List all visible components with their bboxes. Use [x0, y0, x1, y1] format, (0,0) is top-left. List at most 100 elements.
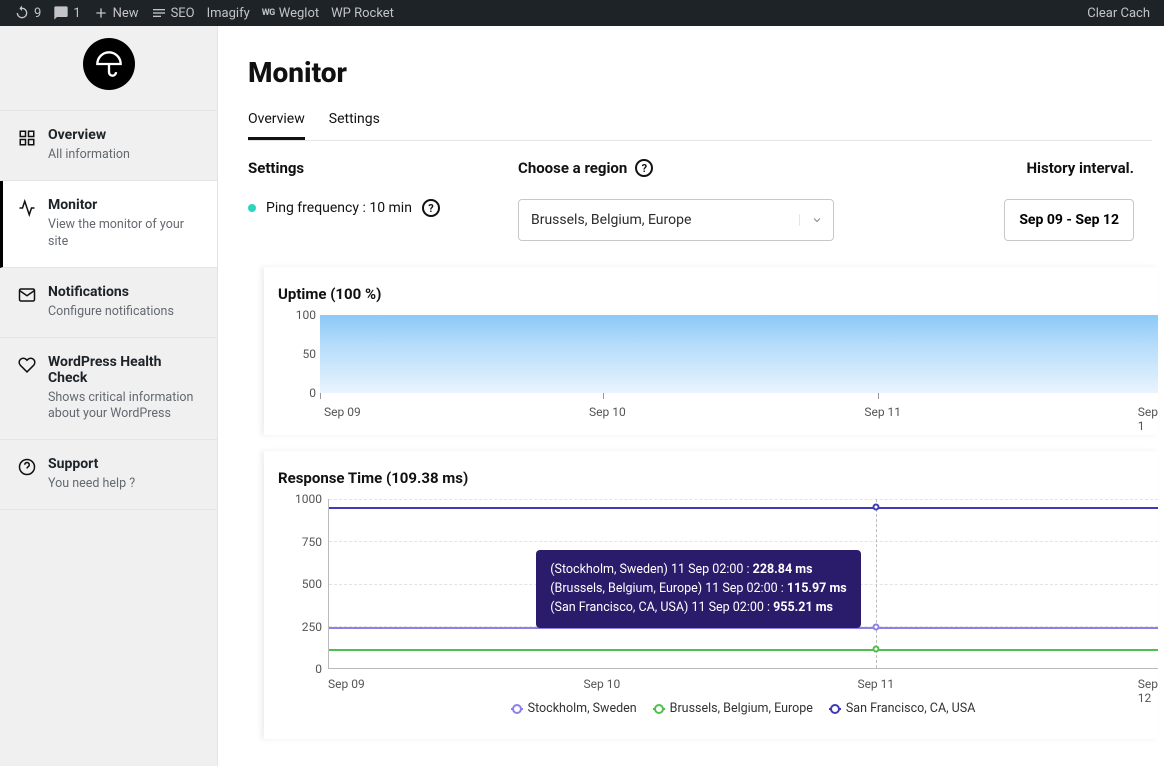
page-title: Monitor — [248, 26, 1164, 111]
sidebar-item-label: Overview — [48, 127, 130, 143]
sidebar-item-sub: All information — [48, 147, 130, 164]
tab-overview[interactable]: Overview — [248, 111, 305, 140]
main-content: Monitor Overview Settings Settings Ping … — [218, 26, 1164, 766]
uptime-area-fill — [320, 315, 1158, 393]
point-sfo — [873, 503, 880, 510]
adminbar-weglot[interactable]: WG Weglot — [256, 6, 325, 21]
ytick: 100 — [296, 308, 316, 322]
xtick: Sep 10 — [584, 677, 621, 691]
xtick: Sep 1 — [1138, 405, 1158, 433]
tt-label: (Stockholm, Sweden) 11 Sep 02:00 : — [550, 562, 752, 577]
uptime-chart: 100 50 0 Sep 09 Sep 10 Sep 11 Sep 1 — [284, 315, 1158, 425]
umbrella-icon — [95, 50, 123, 78]
plus-icon — [93, 5, 109, 21]
sidebar-item-label: Monitor — [48, 197, 199, 213]
chart-tooltip: (Stockholm, Sweden) 11 Sep 02:00 : 228.8… — [536, 550, 860, 628]
weglot-label: Weglot — [279, 6, 319, 21]
legend-label: Stockholm, Sweden — [528, 701, 637, 716]
seo-label: SEO — [171, 6, 195, 21]
tt-value: 955.21 ms — [773, 600, 833, 615]
region-select[interactable]: Brussels, Belgium, Europe — [518, 199, 834, 241]
help-icon[interactable]: ? — [635, 159, 653, 177]
adminbar-seo[interactable]: SEO — [145, 5, 201, 21]
adminbar-wprocket[interactable]: WP Rocket — [325, 6, 400, 21]
sidebar-item-overview[interactable]: Overview All information — [0, 111, 217, 181]
settings-heading: Settings — [248, 159, 518, 177]
tab-settings[interactable]: Settings — [329, 111, 380, 140]
sidebar-item-support[interactable]: Support You need help ? — [0, 440, 217, 510]
chart-legend: Stockholm, Sweden Brussels, Belgium, Eur… — [328, 701, 1158, 716]
sidebar-item-health[interactable]: WordPress Health Check Shows critical in… — [0, 338, 217, 441]
ytick: 1000 — [295, 492, 322, 506]
ping-frequency-label: Ping frequency : 10 min — [266, 200, 412, 216]
response-title: Response Time (109.38 ms) — [278, 469, 1158, 487]
legend-item-sanfrancisco[interactable]: San Francisco, CA, USA — [829, 701, 975, 716]
activity-icon — [18, 199, 36, 217]
plugin-sidebar: Overview All information Monitor View th… — [0, 26, 218, 766]
ping-frequency-row: Ping frequency : 10 min ? — [248, 199, 518, 217]
response-card: Response Time (109.38 ms) 1000 750 500 2… — [264, 451, 1158, 739]
heart-icon — [18, 356, 36, 374]
plugin-logo — [0, 26, 217, 110]
weglot-icon: WG — [262, 8, 275, 18]
status-dot-icon — [248, 204, 256, 212]
adminbar-comments[interactable]: 1 — [47, 5, 86, 21]
xtick: Sep 09 — [324, 405, 361, 419]
interval-heading: History interval. — [1004, 159, 1134, 177]
adminbar-updates[interactable]: 9 — [8, 5, 47, 21]
new-label: New — [113, 6, 139, 21]
wp-admin-bar: 9 1 New SEO Imagify WG Weglot WP Rocket … — [0, 0, 1164, 26]
mail-icon — [18, 286, 36, 304]
series-brussels — [329, 649, 1158, 651]
legend-label: Brussels, Belgium, Europe — [670, 701, 813, 716]
updates-count: 9 — [34, 6, 41, 21]
series-san-francisco — [329, 507, 1158, 509]
imagify-label: Imagify — [207, 6, 250, 21]
monitor-tabs: Overview Settings — [248, 111, 1152, 141]
sidebar-item-sub: Configure notifications — [48, 304, 174, 321]
ytick: 500 — [302, 577, 322, 591]
wprocket-label: WP Rocket — [331, 6, 394, 21]
xtick: Sep 11 — [864, 405, 901, 419]
adminbar-clear-cache[interactable]: Clear Cach — [1081, 6, 1156, 21]
xtick: Sep 10 — [589, 405, 626, 419]
response-chart: 1000 750 500 250 0 — [278, 499, 1158, 729]
tt-value: 228.84 ms — [753, 562, 813, 577]
seo-icon — [151, 5, 167, 21]
sidebar-item-sub: You need help ? — [48, 476, 135, 493]
sidebar-item-notifications[interactable]: Notifications Configure notifications — [0, 268, 217, 338]
sidebar-item-sub: Shows critical information about your Wo… — [48, 390, 199, 424]
legend-item-stockholm[interactable]: Stockholm, Sweden — [511, 701, 637, 716]
adminbar-imagify[interactable]: Imagify — [201, 6, 256, 21]
tt-value: 115.97 ms — [787, 581, 847, 596]
clear-cache-label: Clear Cach — [1087, 6, 1150, 21]
point-brussels — [873, 646, 880, 653]
sidebar-item-label: WordPress Health Check — [48, 354, 199, 386]
uptime-title: Uptime (100 %) — [278, 285, 1158, 303]
help-icon — [18, 458, 36, 476]
comments-count: 1 — [73, 6, 80, 21]
help-icon[interactable]: ? — [422, 199, 440, 217]
ytick: 750 — [302, 535, 322, 549]
region-heading: Choose a region ? — [518, 159, 1004, 177]
tt-label: (San Francisco, CA, USA) 11 Sep 02:00 : — [550, 600, 773, 615]
ytick: 50 — [303, 347, 317, 361]
hover-marker — [876, 499, 877, 668]
sidebar-item-label: Notifications — [48, 284, 174, 300]
tt-label: (Brussels, Belgium, Europe) 11 Sep 02:00… — [550, 581, 787, 596]
chevron-down-icon — [799, 214, 833, 226]
region-select-value: Brussels, Belgium, Europe — [519, 212, 799, 228]
uptime-card: Uptime (100 %) 100 50 0 Sep 09 Sep 10 Se… — [264, 267, 1158, 435]
sidebar-item-monitor[interactable]: Monitor View the monitor of your site — [0, 181, 217, 268]
legend-item-brussels[interactable]: Brussels, Belgium, Europe — [653, 701, 813, 716]
region-heading-text: Choose a region — [518, 159, 627, 177]
history-interval-button[interactable]: Sep 09 - Sep 12 — [1004, 199, 1134, 241]
xtick: Sep 11 — [857, 677, 894, 691]
comment-icon — [53, 5, 69, 21]
xtick: Sep 09 — [328, 677, 365, 691]
legend-label: San Francisco, CA, USA — [846, 701, 975, 716]
refresh-icon — [14, 5, 30, 21]
sidebar-item-sub: View the monitor of your site — [48, 217, 199, 251]
adminbar-new[interactable]: New — [87, 5, 145, 21]
point-stockholm — [873, 624, 880, 631]
